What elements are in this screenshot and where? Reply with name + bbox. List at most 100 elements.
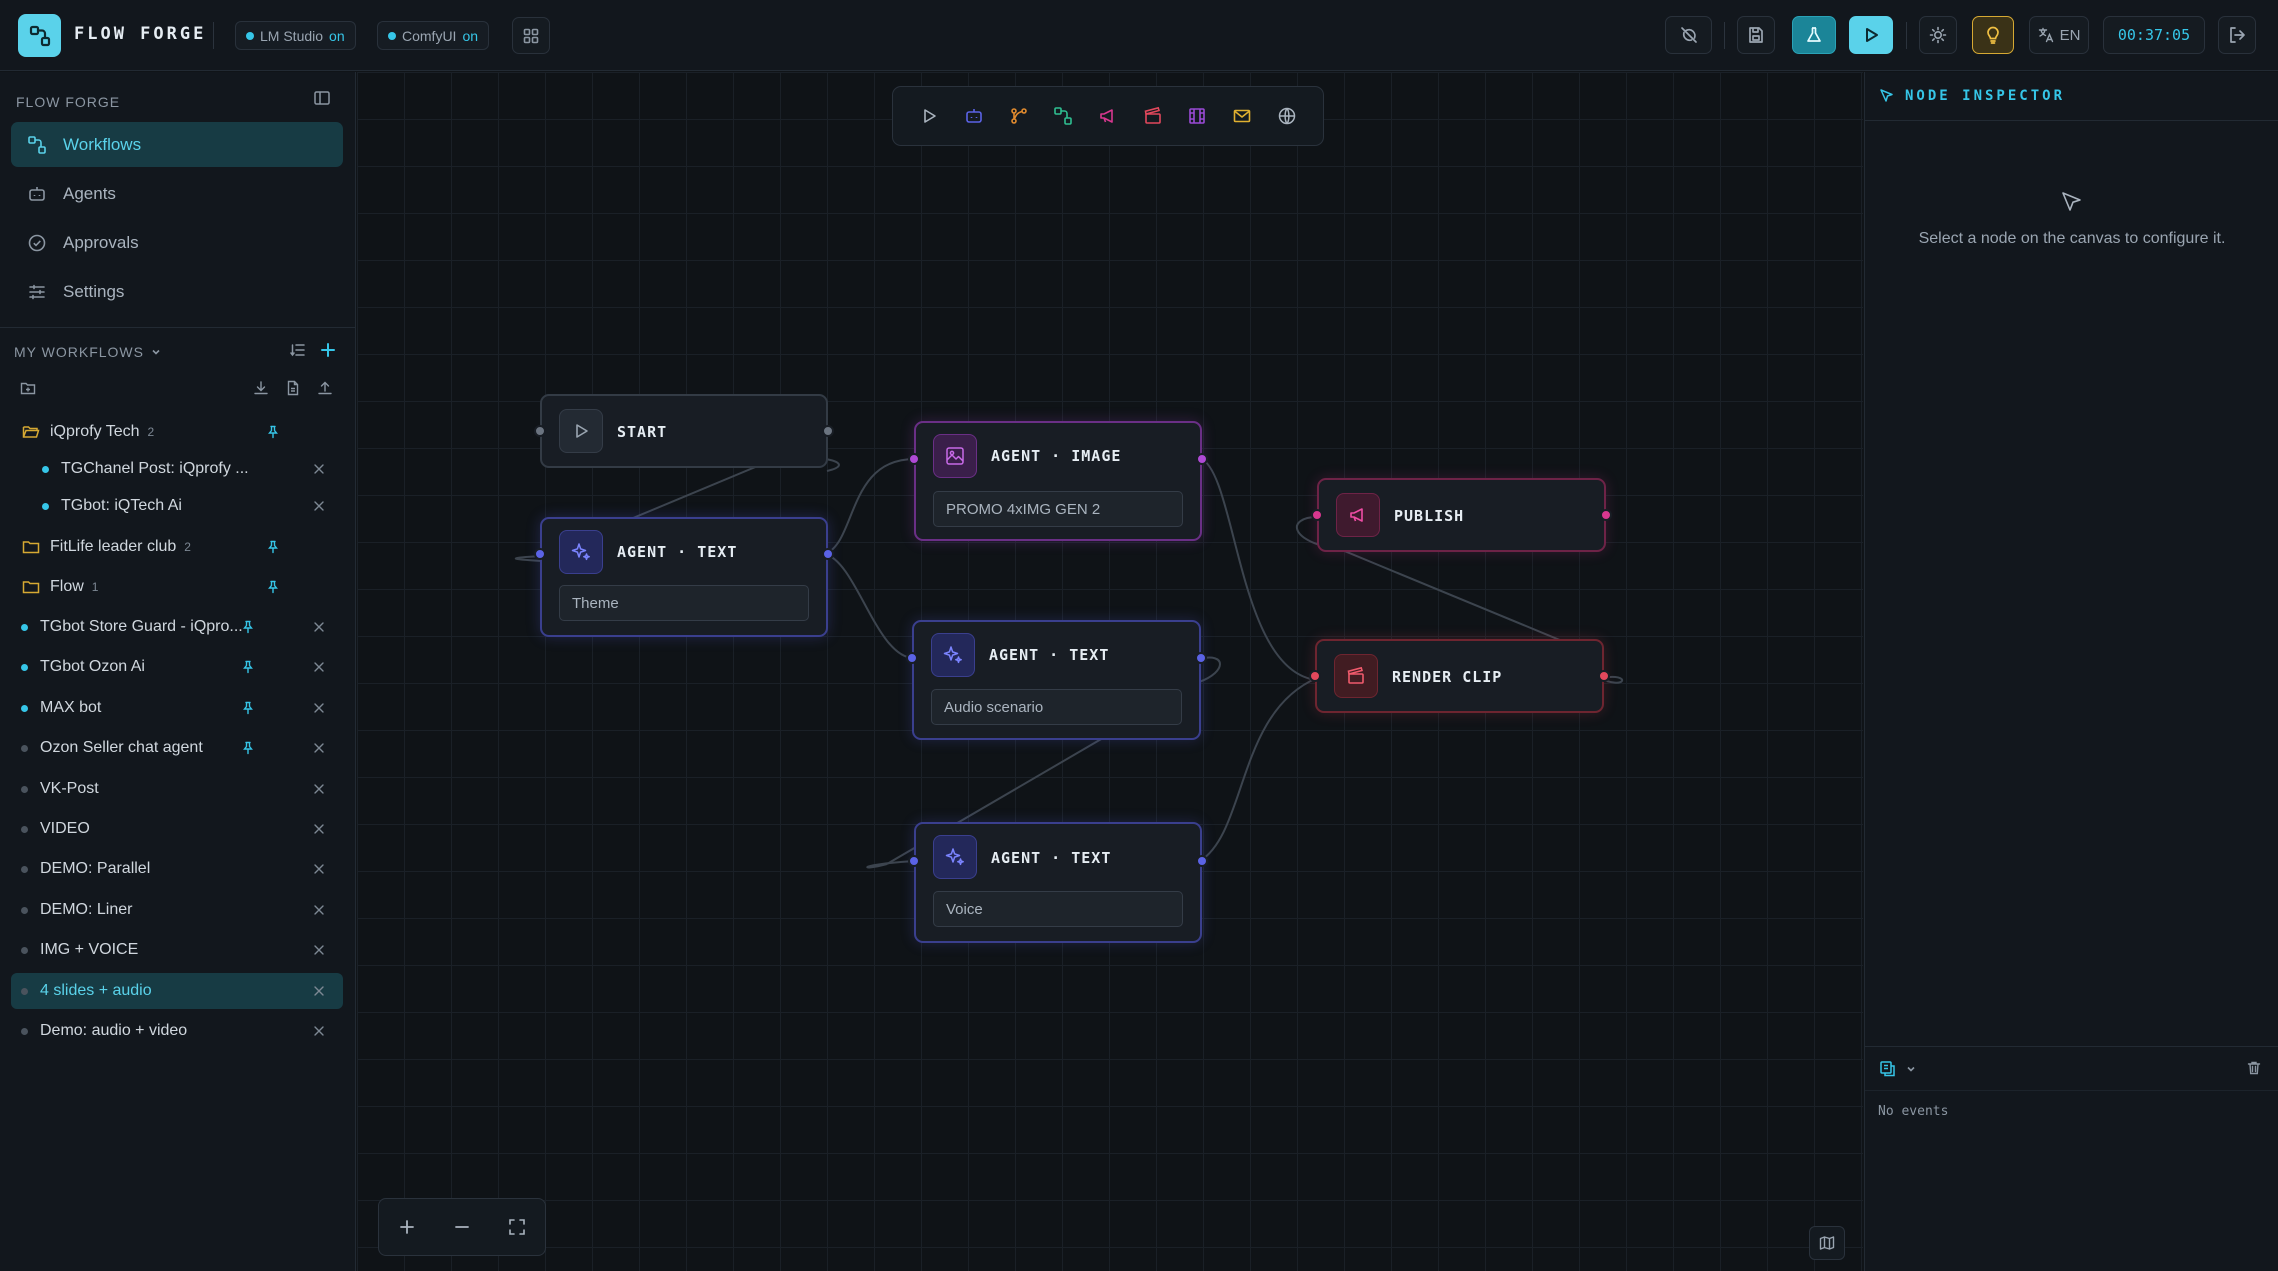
folder-item[interactable]: Flow 1 [0, 569, 356, 605]
workflow-name: Ozon Seller chat agent [40, 739, 203, 756]
sidebar-item-approvals[interactable]: Approvals [11, 220, 343, 265]
node-agent-text-audio[interactable]: AGENT · TEXT Audio scenario [906, 620, 1207, 740]
input-port[interactable] [908, 855, 920, 867]
output-port[interactable] [1598, 670, 1610, 682]
new-folder-button[interactable] [20, 380, 36, 396]
minimap-button[interactable] [1809, 1226, 1845, 1260]
remove-button[interactable] [313, 904, 325, 916]
output-port[interactable] [822, 425, 834, 437]
hints-button[interactable] [1972, 16, 2014, 54]
input-port[interactable] [908, 453, 920, 465]
apps-grid-button[interactable] [512, 17, 550, 54]
node-render-clip[interactable]: RENDER CLIP [1309, 639, 1610, 713]
zoom-out-icon[interactable] [453, 1218, 471, 1236]
remove-button[interactable] [313, 463, 325, 475]
download-icon[interactable] [253, 380, 269, 396]
list-item[interactable]: TGChanel Post: iQprofy ... [0, 451, 356, 487]
fit-view-icon[interactable] [508, 1218, 526, 1236]
play-icon [576, 424, 588, 438]
sidebar-item-workflows[interactable]: Workflows [11, 122, 343, 167]
list-item[interactable]: TGbot: iQTech Ai [0, 488, 356, 524]
remove-button[interactable] [313, 863, 325, 875]
remove-button[interactable] [313, 783, 325, 795]
input-port[interactable] [906, 652, 918, 664]
node-field[interactable]: Voice [933, 891, 1183, 927]
node-icon [931, 633, 975, 677]
run-button[interactable] [1849, 16, 1893, 54]
save-button[interactable] [1737, 16, 1775, 54]
folder-item[interactable]: iQprofy Tech 2 [0, 414, 356, 450]
workflow-item[interactable]: Ozon Seller chat agent [0, 730, 356, 766]
output-port[interactable] [822, 548, 834, 560]
collapse-sidebar-button[interactable] [313, 89, 331, 107]
input-port[interactable] [1309, 670, 1321, 682]
node-field[interactable]: Theme [559, 585, 809, 621]
pin-button[interactable] [241, 660, 255, 674]
folder-item[interactable]: FitLife leader club 2 [0, 529, 356, 565]
event-log-selector[interactable] [1879, 1060, 1917, 1078]
lightbulb-icon [1987, 26, 1999, 44]
image-icon [946, 447, 964, 465]
workflow-item[interactable]: VIDEO [0, 811, 356, 847]
service-pill-lm-studio[interactable]: LM Studio on [235, 21, 356, 50]
add-workflow-icon[interactable] [320, 342, 336, 358]
pin-icon-wrap[interactable] [266, 540, 280, 554]
app-logo[interactable] [18, 14, 61, 57]
pin-icon-wrap[interactable] [266, 580, 280, 594]
remove-button[interactable] [313, 944, 325, 956]
node-agent-text-voice[interactable]: AGENT · TEXT Voice [908, 822, 1208, 943]
zoom-in-icon[interactable] [398, 1218, 416, 1236]
workflow-item[interactable]: TGbot Ozon Ai [0, 649, 356, 685]
workflow-item[interactable]: 4 slides + audio [11, 973, 343, 1009]
file-icon[interactable] [285, 380, 301, 396]
test-button[interactable] [1792, 16, 1836, 54]
remove-button[interactable] [313, 500, 325, 512]
clear-events-button[interactable] [2246, 1060, 2262, 1076]
workflow-name: VK-Post [40, 780, 99, 797]
output-port[interactable] [1600, 509, 1612, 521]
remove-button[interactable] [313, 1025, 325, 1037]
logout-button[interactable] [2218, 16, 2256, 54]
workflow-canvas[interactable]: START AGENT · TEXT Theme AGENT · IMAGE P… [357, 72, 1863, 1271]
sidebar-item-settings[interactable]: Settings [11, 269, 343, 314]
close-icon [314, 464, 324, 474]
input-port[interactable] [534, 425, 546, 437]
remove-button[interactable] [313, 702, 325, 714]
workflow-item[interactable]: Demo: audio + video [0, 1013, 356, 1049]
workflow-item[interactable]: DEMO: Liner [0, 892, 356, 928]
node-start[interactable]: START [534, 394, 834, 468]
workflow-item[interactable]: VK-Post [0, 771, 356, 807]
remove-button[interactable] [313, 823, 325, 835]
remove-button[interactable] [313, 661, 325, 673]
language-selector[interactable]: EN [2029, 16, 2089, 54]
output-port[interactable] [1196, 855, 1208, 867]
remove-button[interactable] [313, 621, 325, 633]
remove-button[interactable] [313, 985, 325, 997]
remove-button[interactable] [313, 742, 325, 754]
theme-toggle-button[interactable] [1919, 16, 1957, 54]
pin-button[interactable] [241, 620, 255, 634]
upload-icon[interactable] [317, 380, 333, 396]
pin-button[interactable] [241, 701, 255, 715]
my-workflows-toggle[interactable]: MY WORKFLOWS [14, 344, 162, 360]
sidebar-item-agents[interactable]: Agents [11, 171, 343, 216]
workflow-item[interactable]: DEMO: Parallel [0, 851, 356, 887]
node-publish[interactable]: PUBLISH [1311, 478, 1612, 552]
output-port[interactable] [1195, 652, 1207, 664]
workflow-item[interactable]: MAX bot [0, 690, 356, 726]
workflow-item[interactable]: TGbot Store Guard - iQpro... [0, 609, 356, 645]
input-port[interactable] [534, 548, 546, 560]
workflow-item[interactable]: IMG + VOICE [0, 932, 356, 968]
service-pill-comfyui[interactable]: ComfyUI on [377, 21, 490, 50]
pin-button[interactable] [241, 741, 255, 755]
node-agent-text-theme[interactable]: AGENT · TEXT Theme [534, 517, 834, 637]
node-field[interactable]: PROMO 4xIMG GEN 2 [933, 491, 1183, 527]
node-field[interactable]: Audio scenario [931, 689, 1182, 725]
node-agent-image[interactable]: AGENT · IMAGE PROMO 4xIMG GEN 2 [908, 421, 1208, 541]
disconnect-button[interactable] [1665, 16, 1712, 54]
output-port[interactable] [1196, 453, 1208, 465]
input-port[interactable] [1311, 509, 1323, 521]
workflow-icon [29, 25, 50, 46]
pin-icon-wrap[interactable] [266, 425, 280, 439]
sort-list-icon[interactable] [290, 342, 306, 358]
